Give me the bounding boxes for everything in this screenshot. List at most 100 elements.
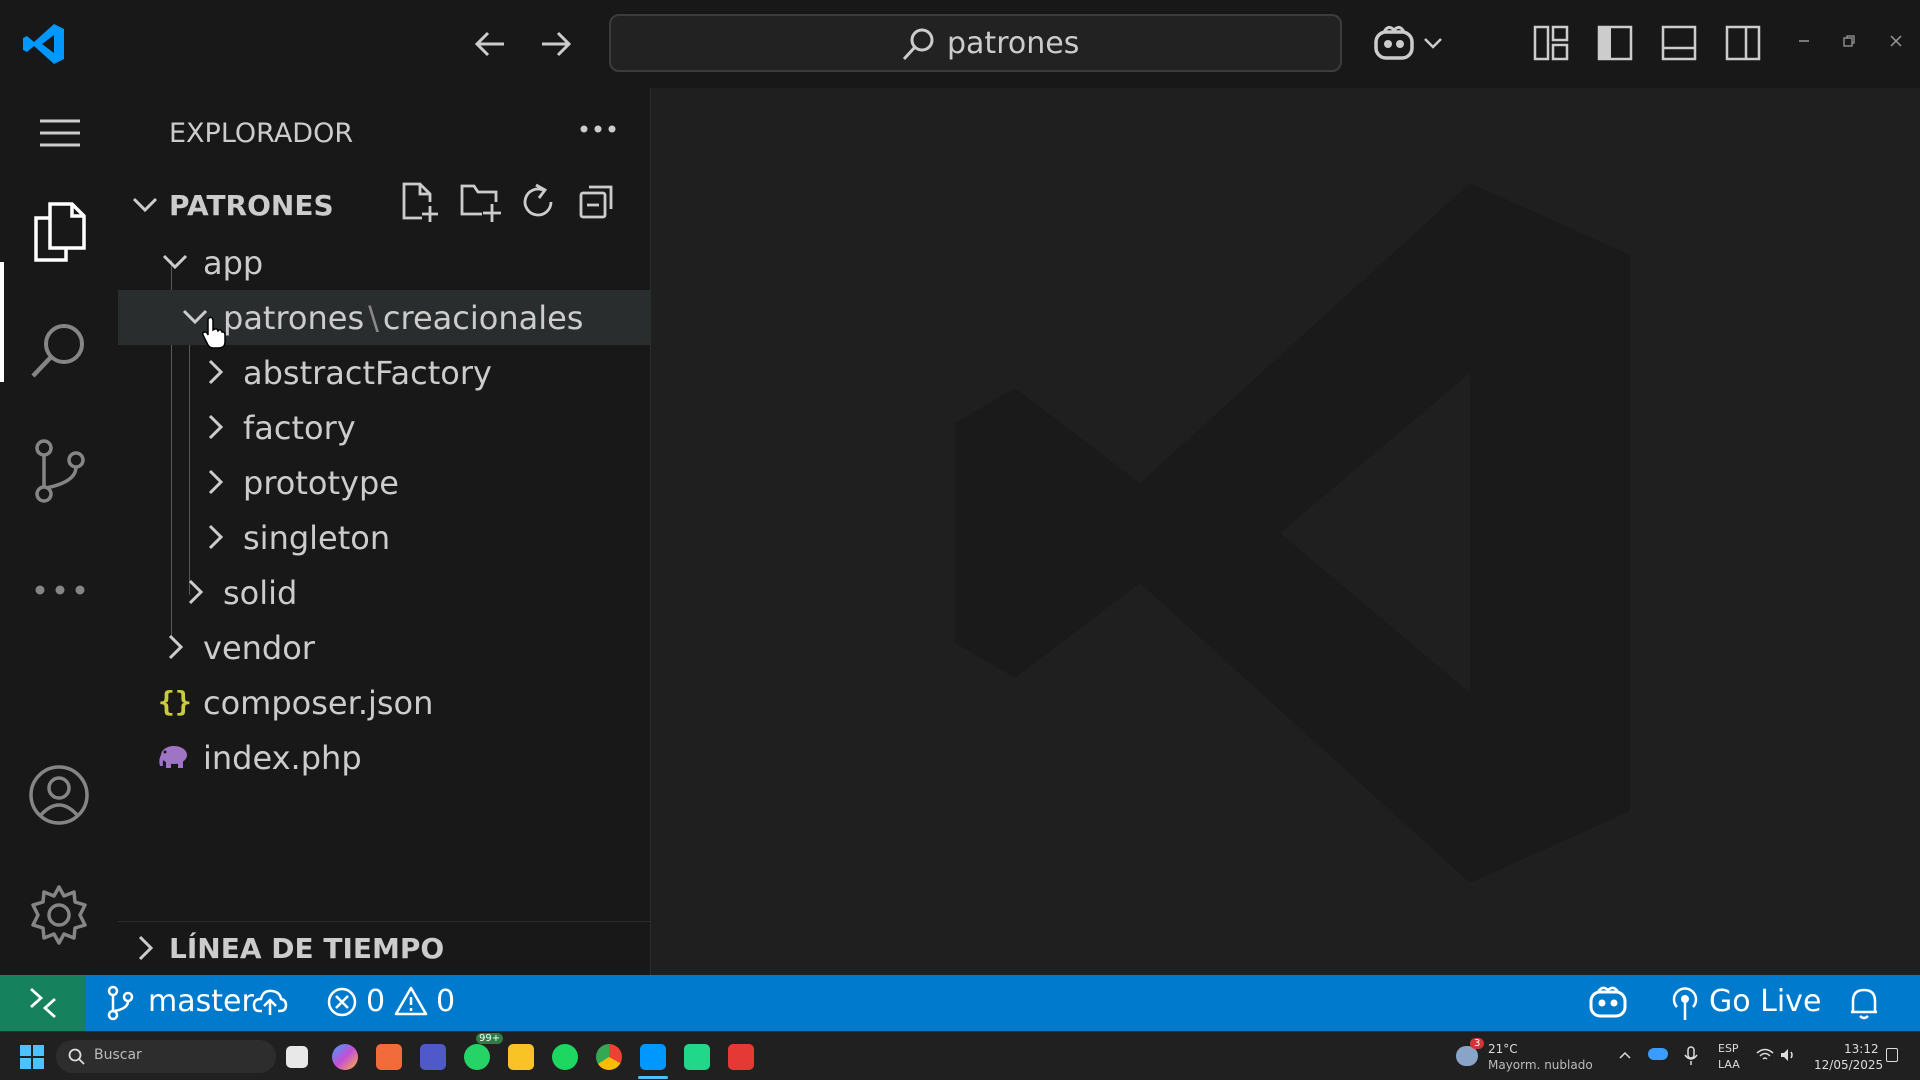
warning-count[interactable]: 0 [436, 984, 455, 1019]
vscode-logo-icon [22, 22, 66, 66]
weather-badge: 3 [1470, 1038, 1485, 1049]
notification-center-icon[interactable] [1886, 1048, 1898, 1062]
workspace-folder-name: PATRONES [169, 189, 334, 222]
timeline-section-header[interactable]: LÍNEA DE TIEMPO [118, 923, 651, 973]
vscode-taskbar-icon[interactable] [640, 1044, 666, 1070]
tree-item-app[interactable]: app [118, 235, 651, 290]
customize-layout-icon[interactable] [1532, 24, 1570, 62]
windows-start-icon[interactable] [20, 1045, 44, 1069]
tree-item-index-php[interactable]: index.php [118, 730, 651, 785]
go-live-broadcast-icon[interactable] [1668, 984, 1702, 1022]
chevron-down-icon [130, 190, 160, 220]
compact-folder-separator: \ [368, 299, 379, 337]
error-count[interactable]: 0 [366, 984, 385, 1019]
title-bar: patrones [0, 0, 1920, 88]
notifications-bell-icon[interactable] [1848, 985, 1880, 1021]
whatsapp-icon[interactable] [464, 1044, 490, 1070]
language-top[interactable]: ESP [1718, 1042, 1739, 1055]
xampp-icon[interactable] [376, 1044, 402, 1070]
tree-item-label: solid [223, 574, 298, 612]
chevron-right-icon [200, 522, 230, 552]
tree-item-solid[interactable]: solid [118, 565, 651, 620]
tree-item-label: abstractFactory [243, 354, 492, 392]
tree-item-prototype[interactable]: prototype [118, 455, 651, 510]
vscode-watermark-icon [940, 173, 1640, 893]
tree-item-composer-json[interactable]: {} composer.json [118, 675, 651, 730]
chevron-right-icon [200, 412, 230, 442]
close-icon[interactable] [1889, 34, 1903, 48]
copilot-status-icon[interactable] [1588, 983, 1628, 1023]
forward-arrow-icon[interactable] [538, 26, 574, 62]
back-arrow-icon[interactable] [472, 26, 508, 62]
more-actions-icon[interactable] [580, 124, 616, 134]
weather-icon[interactable] [1456, 1046, 1478, 1066]
tree-item-label: patrones \ creacionales [223, 299, 583, 337]
search-text: patrones [947, 26, 1080, 61]
cloud-upload-icon[interactable] [252, 987, 288, 1017]
toggle-panel-icon[interactable] [1660, 24, 1698, 62]
accounts-icon[interactable] [28, 764, 90, 826]
refresh-icon[interactable] [518, 182, 558, 222]
tree-item-abstractfactory[interactable]: abstractFactory [118, 345, 651, 400]
taskbar-search-box[interactable]: Buscar [56, 1040, 276, 1073]
error-icon[interactable] [326, 986, 358, 1018]
wifi-icon[interactable] [1756, 1048, 1774, 1062]
spotify-icon[interactable] [552, 1044, 578, 1070]
tree-item-vendor[interactable]: vendor [118, 620, 651, 675]
chevron-up-icon[interactable] [1618, 1050, 1632, 1060]
json-file-icon: {} [158, 685, 192, 718]
chrome-icon[interactable] [596, 1044, 622, 1070]
tree-item-label: vendor [203, 629, 315, 667]
search-view-icon[interactable] [28, 320, 90, 382]
toggle-primary-sidebar-icon[interactable] [1596, 24, 1634, 62]
file-explorer-icon[interactable] [508, 1044, 534, 1070]
more-views-icon[interactable] [34, 584, 86, 596]
tree-item-singleton[interactable]: singleton [118, 510, 651, 565]
restore-icon[interactable] [1842, 34, 1856, 48]
workspace-folder-header[interactable]: PATRONES [118, 178, 651, 233]
tree-item-label: factory [243, 409, 356, 447]
remote-indicator[interactable] [0, 975, 86, 1031]
copilot-icon[interactable] [1372, 22, 1416, 66]
chevron-right-icon [180, 577, 210, 607]
task-view-icon[interactable] [286, 1046, 308, 1068]
git-branch-icon [106, 985, 134, 1021]
weather-description: Mayorm. nublado [1488, 1058, 1593, 1072]
toggle-secondary-sidebar-icon[interactable] [1724, 24, 1762, 62]
go-live-label[interactable]: Go Live [1709, 984, 1821, 1019]
compact-folder-part[interactable]: patrones [223, 299, 364, 337]
clock-time[interactable]: 13:12 [1844, 1042, 1879, 1056]
windows-taskbar: Buscar 99+ 3 21°C Mayorm. nublado ESP LA… [0, 1031, 1920, 1080]
tree-item-label: app [203, 244, 264, 282]
tree-item-factory[interactable]: factory [118, 400, 651, 455]
temperature: 21°C [1488, 1042, 1518, 1056]
minimize-icon[interactable] [1797, 34, 1811, 48]
new-file-icon[interactable] [400, 180, 440, 224]
clock-date[interactable]: 12/05/2025 [1814, 1058, 1883, 1072]
chevron-right-icon [130, 933, 160, 963]
collapse-all-icon[interactable] [578, 182, 616, 220]
search-icon [68, 1048, 86, 1066]
compact-folder-part[interactable]: creacionales [383, 299, 584, 337]
explorer-icon[interactable] [30, 200, 88, 264]
red-app-icon[interactable] [728, 1044, 754, 1070]
tree-item-label: index.php [203, 739, 362, 777]
tree-item-patrones-creacionales[interactable]: patrones \ creacionales [118, 290, 651, 349]
explorer-title: EXPLORADOR [169, 118, 354, 149]
language-bottom[interactable]: LAA [1718, 1058, 1740, 1071]
chevron-down-icon[interactable] [1422, 32, 1444, 54]
menu-icon[interactable] [38, 118, 82, 148]
onedrive-icon[interactable] [1648, 1048, 1668, 1060]
jetbrains-icon[interactable] [684, 1044, 710, 1070]
command-center-search[interactable]: patrones [609, 14, 1342, 72]
branch-name[interactable]: master [148, 984, 254, 1019]
microphone-icon[interactable] [1684, 1046, 1698, 1066]
teams-icon[interactable] [420, 1044, 446, 1070]
volume-icon[interactable] [1780, 1048, 1796, 1062]
copilot-app-icon[interactable] [332, 1044, 358, 1070]
source-control-icon[interactable] [32, 438, 88, 504]
status-bar: master 0 0 Go Live [0, 975, 1920, 1031]
new-folder-icon[interactable] [458, 180, 502, 224]
settings-gear-icon[interactable] [28, 884, 90, 946]
warning-icon[interactable] [394, 985, 428, 1017]
